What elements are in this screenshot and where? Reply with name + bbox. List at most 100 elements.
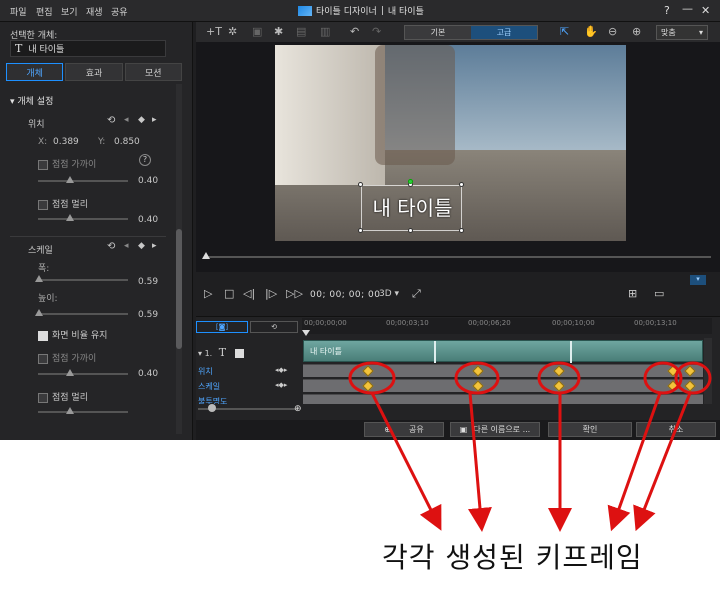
play-icon[interactable]: ▷ [204, 287, 212, 300]
reset-icon[interactable]: ⟲ [107, 241, 115, 252]
width-slider[interactable] [35, 275, 128, 282]
video-icon[interactable]: ▥ [320, 25, 330, 38]
y-value[interactable]: 0.850 [114, 137, 140, 147]
effect-icon[interactable]: ✱ [274, 25, 283, 38]
scale-ease-in-slider[interactable] [38, 369, 128, 376]
ease-out-slider[interactable] [38, 214, 128, 221]
redo-icon[interactable]: ↷ [372, 25, 381, 38]
minimize-button[interactable]: — [682, 2, 693, 15]
opacity-keyframe-row[interactable] [303, 394, 703, 404]
ok-button[interactable]: 확인 [548, 422, 632, 437]
timecode[interactable]: 00; 00; 00; 00 [310, 290, 381, 300]
timeline-ruler[interactable]: 00;00;00;00 00;00;03;10 00;00;06;20 00;0… [302, 318, 712, 334]
scale-ease-in-check[interactable]: 점점 가까이 [38, 351, 96, 364]
slider-knob[interactable] [66, 214, 74, 221]
zoom-in-icon[interactable]: ⊕ [632, 25, 641, 38]
tab-motion[interactable]: 모션 [124, 63, 182, 81]
next-keyframe-icon[interactable]: ▸ [152, 241, 157, 251]
slider-knob[interactable] [35, 309, 43, 316]
timeline-tab-keyframes[interactable]: ⟲ [250, 321, 298, 333]
zoom-select[interactable]: 맞춤 ▾ [656, 25, 708, 40]
scrollbar-thumb[interactable] [176, 229, 182, 349]
background-icon[interactable]: ▤ [296, 25, 306, 38]
timeline-playhead[interactable] [302, 330, 310, 336]
x-value[interactable]: 0.389 [53, 137, 79, 147]
preview-playhead[interactable] [202, 252, 210, 259]
keyframe-marker[interactable] [472, 380, 484, 392]
position-ease-out-check[interactable]: 점점 멀리 [38, 197, 88, 210]
help-circle-icon[interactable]: ? [139, 154, 151, 166]
collapse-icon[interactable]: ▾ [690, 275, 706, 285]
keyframe-marker[interactable] [362, 380, 374, 392]
title-object-text[interactable]: 내 타이틀 [362, 192, 463, 221]
resize-handle[interactable] [459, 182, 464, 187]
add-text-icon[interactable]: +T [206, 25, 222, 38]
preview-progress[interactable] [205, 256, 711, 258]
mode-basic[interactable]: 기본 [405, 26, 471, 39]
prev-keyframe-icon[interactable]: ◂ [124, 241, 129, 251]
scale-ease-out-check[interactable]: 점점 멀리 [38, 390, 88, 403]
keyframe-marker[interactable] [667, 380, 679, 392]
resize-handle[interactable] [358, 182, 363, 187]
image-icon[interactable]: ▣ [252, 25, 262, 38]
safe-zone-icon[interactable]: ▭ [654, 287, 664, 300]
keyframe-marker[interactable] [553, 380, 565, 392]
undo-icon[interactable]: ↶ [350, 25, 359, 38]
resize-handle[interactable] [358, 228, 363, 233]
tab-object[interactable]: 개체 [6, 63, 64, 81]
menu-file[interactable]: 파일 [10, 5, 27, 18]
keyframe-marker[interactable] [472, 365, 484, 377]
prev-frame-icon[interactable]: ◁| [243, 287, 255, 300]
panel-scrollbar[interactable] [176, 84, 182, 434]
title-clip[interactable]: 내 타이틀 [303, 340, 703, 363]
keyframe-nav-icons[interactable]: ◂◆▸ [275, 381, 287, 389]
cancel-button[interactable]: 취소 [636, 422, 716, 437]
menu-view[interactable]: 보기 [61, 5, 78, 18]
zoom-slider-knob[interactable] [208, 404, 216, 412]
timeline-tab-layers[interactable]: [◙] [196, 321, 248, 333]
help-button[interactable]: ? [664, 4, 670, 17]
keyframe-marker[interactable] [684, 380, 696, 392]
slider-knob[interactable] [66, 369, 74, 376]
zoom-plus-icon[interactable]: ⊕ [294, 404, 302, 414]
particle-icon[interactable]: ✲ [228, 25, 237, 38]
ease-in-slider[interactable] [38, 176, 128, 183]
title-object-box[interactable]: 내 타이틀 [361, 185, 462, 231]
keyframe-marker[interactable] [362, 365, 374, 377]
rotate-handle[interactable] [408, 179, 413, 184]
next-frame-icon[interactable]: |▷ [265, 287, 277, 300]
add-keyframe-icon[interactable]: ◆ [138, 115, 145, 125]
object-settings-header[interactable]: ▾ 개체 설정 [10, 94, 53, 107]
slider-knob[interactable] [66, 176, 74, 183]
prev-keyframe-icon[interactable]: ◂ [124, 115, 129, 125]
menu-play[interactable]: 재생 [86, 5, 103, 18]
fast-forward-icon[interactable]: ▷▷ [286, 287, 303, 300]
select-tool-icon[interactable]: ⇱ [560, 25, 569, 38]
scale-ease-out-slider[interactable] [38, 407, 128, 414]
hand-tool-icon[interactable]: ✋ [584, 25, 598, 38]
slider-knob[interactable] [66, 407, 74, 414]
stop-icon[interactable]: □ [224, 287, 234, 300]
slider-knob[interactable] [35, 275, 43, 282]
share-button[interactable]: ⊕ 공유 [364, 422, 444, 437]
position-ease-in-check[interactable]: 점점 가까이 [38, 157, 96, 170]
close-button[interactable]: ✕ [701, 4, 710, 17]
grid-icon[interactable]: ⊞ [628, 287, 637, 300]
fullscreen-icon[interactable]: ⤢ [412, 287, 421, 301]
track-visible-checkbox[interactable] [234, 349, 244, 358]
menu-edit[interactable]: 편집 [36, 5, 53, 18]
save-as-button[interactable]: ▣ 다른 이름으로 ... [450, 422, 540, 437]
resize-handle[interactable] [408, 228, 413, 233]
position-keyframe-row[interactable] [303, 364, 703, 377]
resize-handle[interactable] [459, 228, 464, 233]
mode-advanced[interactable]: 고급 [471, 26, 537, 39]
keyframe-nav-icons[interactable]: ◂◆▸ [275, 366, 287, 374]
height-slider[interactable] [35, 309, 128, 316]
track-header[interactable]: ▾ 1. T [198, 346, 298, 359]
tab-effect[interactable]: 효과 [65, 63, 123, 81]
scale-keyframe-row[interactable] [303, 379, 703, 392]
zoom-out-icon[interactable]: ⊖ [608, 25, 617, 38]
reset-icon[interactable]: ⟲ [107, 115, 115, 126]
keep-ratio-check[interactable]: 화면 비율 유지 [38, 328, 107, 341]
menu-share[interactable]: 공유 [111, 5, 128, 18]
